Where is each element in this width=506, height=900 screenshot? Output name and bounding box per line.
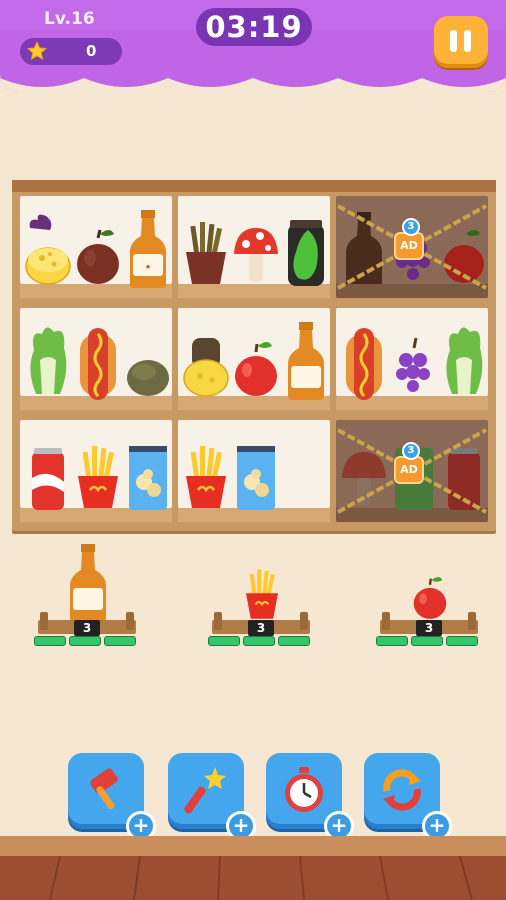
unlock-count-badge: 3 xyxy=(402,442,420,460)
cheese-stack-icon[interactable] xyxy=(182,320,230,400)
countdown-timer: 03:19 xyxy=(196,8,312,46)
apple-icon xyxy=(413,577,447,619)
chips-bag-icon[interactable] xyxy=(232,432,280,512)
progress-segment xyxy=(376,636,408,646)
progress-segment xyxy=(104,636,136,646)
floor-skirting xyxy=(0,836,506,856)
pause-icon-left xyxy=(450,30,457,52)
hotdog-icon[interactable] xyxy=(340,320,388,400)
fries-icon[interactable] xyxy=(74,432,122,512)
pedestal-post xyxy=(468,612,476,630)
target-count: 3 xyxy=(74,620,100,636)
soda-bottle-icon[interactable] xyxy=(282,320,330,400)
shelf-cell-r1c1[interactable]: ★ xyxy=(20,196,172,298)
pedestal-post xyxy=(382,612,390,630)
score-pill: 0 xyxy=(20,38,122,65)
stopwatch-icon xyxy=(285,767,323,812)
cheese-icon[interactable] xyxy=(24,208,72,288)
shelf-cell-r1c3-locked[interactable]: AD 3 xyxy=(336,196,488,298)
wooden-floor xyxy=(0,856,506,900)
soda-bottle-icon[interactable]: ★ xyxy=(124,208,172,288)
potato-icon[interactable] xyxy=(124,320,172,400)
ad-lock-badge[interactable]: AD xyxy=(394,232,424,260)
score-value: 0 xyxy=(86,42,97,60)
ad-lock-badge[interactable]: AD xyxy=(394,456,424,484)
progress-segment xyxy=(69,636,101,646)
level-label: Lv.16 xyxy=(44,9,95,29)
hammer-icon xyxy=(90,768,118,810)
fries-icon[interactable] xyxy=(182,432,230,512)
target-count: 3 xyxy=(248,620,274,636)
progress-segment xyxy=(208,636,240,646)
mango-jar-icon[interactable] xyxy=(282,208,330,288)
shelf-cell-r3c1[interactable] xyxy=(20,420,172,522)
shelf-cell-r2c1[interactable] xyxy=(20,308,172,410)
progress-segment xyxy=(34,636,66,646)
fries-icon xyxy=(246,569,278,619)
target-slot-1[interactable]: 3 xyxy=(34,542,140,652)
pedestal-post xyxy=(300,612,308,630)
shuffle-tool-button[interactable]: + xyxy=(364,753,452,841)
floor-planks xyxy=(49,856,473,900)
shelf-cell-r2c3[interactable] xyxy=(336,308,488,410)
shelf-cell-r1c2[interactable] xyxy=(178,196,330,298)
chips-bag-icon[interactable] xyxy=(124,432,172,512)
target-slot-3[interactable]: 3 xyxy=(376,542,482,652)
shelf-top-board xyxy=(12,180,496,192)
top-bar: Lv.16 0 03:19 xyxy=(0,0,506,92)
wand-tool-button[interactable]: + xyxy=(168,753,256,841)
stopwatch-tool-button[interactable]: + xyxy=(266,753,354,841)
soda-can-icon[interactable] xyxy=(24,432,72,512)
unlock-count-badge: 3 xyxy=(402,218,420,236)
star-icon xyxy=(26,40,48,61)
pedestal-post xyxy=(126,612,134,630)
shuffle-icon xyxy=(383,769,421,811)
hotdog-icon[interactable] xyxy=(74,320,122,400)
target-count: 3 xyxy=(416,620,442,636)
magic-wand-icon xyxy=(184,767,226,814)
hammer-tool-button[interactable]: + xyxy=(68,753,156,841)
soda-bottle-icon xyxy=(70,544,106,622)
progress-segment xyxy=(243,636,275,646)
mushroom-icon[interactable] xyxy=(232,208,280,288)
progress-segment xyxy=(411,636,443,646)
apple-icon[interactable] xyxy=(232,320,280,400)
apple-dark-icon[interactable] xyxy=(74,208,122,288)
pedestal-post xyxy=(40,612,48,630)
grapes-icon[interactable] xyxy=(390,320,438,400)
target-slot-2[interactable]: 3 xyxy=(208,542,314,652)
lettuce-icon[interactable] xyxy=(24,320,72,400)
shelf-cell-r3c2[interactable] xyxy=(178,420,330,522)
pause-button[interactable] xyxy=(434,16,488,68)
shelf-cell-r2c2[interactable] xyxy=(178,308,330,410)
progress-segment xyxy=(278,636,310,646)
pedestal-post xyxy=(214,612,222,630)
lettuce-icon[interactable] xyxy=(440,320,488,400)
progress-segment xyxy=(446,636,478,646)
item-shelf: ★ AD 3 AD 3 xyxy=(12,180,496,531)
svg-text:★: ★ xyxy=(145,263,151,271)
fries-dark-icon[interactable] xyxy=(182,208,230,288)
pause-icon-right xyxy=(464,30,471,52)
shelf-cell-r3c3-locked[interactable]: AD 3 xyxy=(336,420,488,522)
